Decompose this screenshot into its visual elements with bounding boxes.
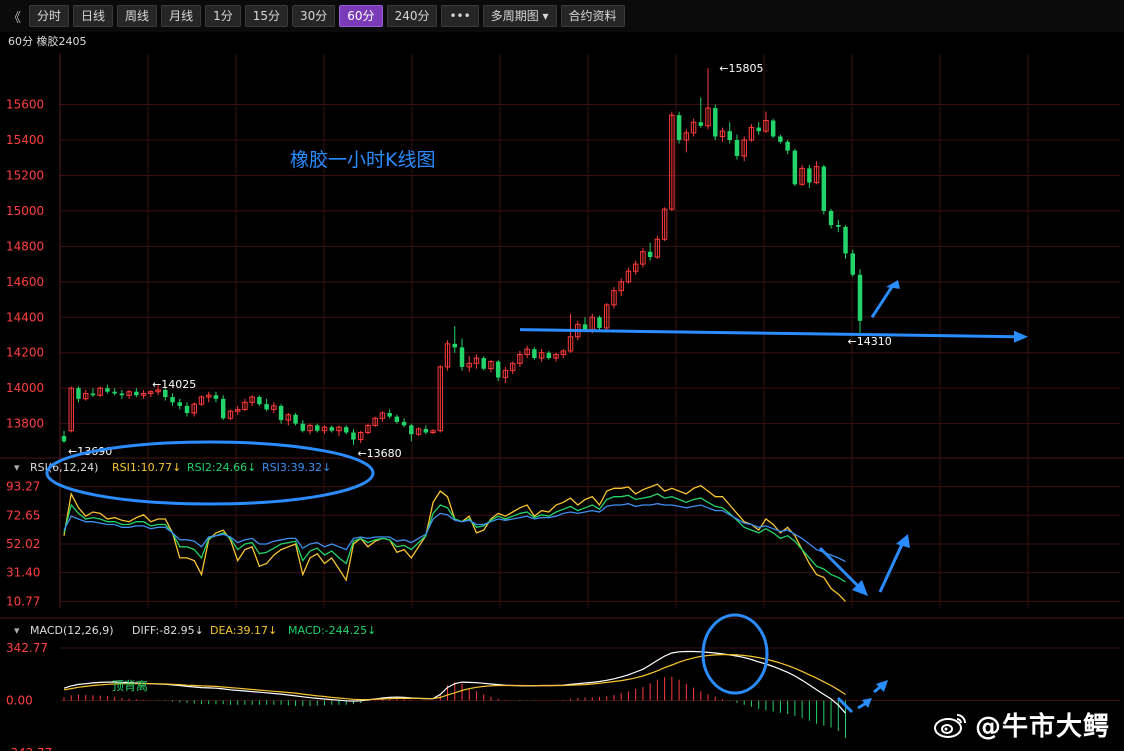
rsi-tick-label: 52.02 (6, 537, 40, 551)
candle-body (351, 432, 356, 440)
macd-readout: DEA:39.17↓ (210, 624, 277, 637)
candle-body (293, 414, 298, 424)
candle-body (409, 425, 414, 435)
candle-body (807, 168, 812, 183)
price-tick-label: 15400 (6, 133, 44, 147)
candle-body (770, 120, 776, 137)
candle-body (734, 140, 740, 156)
candle-body (597, 317, 602, 328)
candle-body (76, 388, 81, 399)
candle-body (836, 225, 841, 227)
weibo-logo-icon (933, 713, 966, 738)
candle-body (727, 131, 732, 140)
support-arrowhead (1014, 330, 1028, 343)
candle-body (213, 395, 219, 399)
rsi-title: RSI(6,12,24) (30, 461, 98, 474)
rsi-tick-label: 93.27 (6, 480, 40, 494)
candle-body (546, 352, 552, 359)
rsi-line-rsi1 (63, 483, 846, 602)
rsi-tick-label: 10.77 (6, 594, 40, 608)
macd-readout: MACD:-244.25↓ (288, 624, 376, 637)
candle-body (495, 361, 501, 378)
candle-body (278, 405, 284, 421)
price-annotation: ←14025 (152, 378, 196, 391)
candle-body (329, 427, 334, 431)
kline-chart-svg: 13800 14000 14200 14400 14600 14800 15000 15200… (0, 54, 1124, 751)
macd-title: MACD(12,26,9) (30, 624, 114, 637)
candle-body (315, 425, 320, 431)
candle-body (698, 122, 704, 126)
candle-body (170, 397, 175, 403)
candle-body (785, 141, 790, 151)
candle-body (264, 404, 269, 410)
price-tick-label: 14600 (6, 275, 44, 289)
candle-body (850, 253, 856, 275)
candle-body (401, 421, 407, 426)
candle-body (828, 210, 834, 226)
candle-body (177, 402, 183, 406)
watermark: @牛市大鳄 (933, 706, 1110, 743)
candle-body (394, 416, 400, 422)
candle-body (112, 391, 117, 394)
macd-readout: DIFF:-82.95↓ (132, 624, 204, 637)
price-annotation: ←14310 (848, 335, 892, 348)
rsi-up-arrow-line (878, 539, 906, 593)
candle-body (857, 274, 863, 321)
chart-title: 橡胶一小时K线图 (290, 149, 435, 171)
candle-body (532, 349, 537, 359)
candle-body (481, 358, 486, 369)
price-tick-label: 13800 (6, 417, 44, 431)
watermark-text: @牛市大鳄 (974, 712, 1110, 742)
rsi-tick-label: 72.65 (6, 508, 40, 522)
candle-body (119, 393, 125, 396)
support-line (519, 328, 1021, 339)
price-tick-label: 15000 (6, 204, 44, 218)
price-tick-label: 15600 (6, 98, 44, 112)
candle-body (647, 251, 653, 257)
rsi-readout: RSI3:39.32↓ (262, 461, 331, 474)
candle-body (713, 108, 718, 137)
candle-body (582, 324, 588, 330)
price-tick-label: 15200 (6, 168, 44, 182)
divergence-label: 顶背离 (112, 678, 148, 693)
macd-peak-circle (701, 613, 769, 695)
rsi-readout: RSI2:24.66↓ (187, 461, 256, 474)
candle-body (220, 398, 226, 419)
macd-tick-label: -342.77 (6, 746, 52, 751)
rsi-down-arrow-line (818, 546, 864, 592)
candle-body (756, 127, 761, 132)
rsi-up-arrowhead (896, 534, 910, 548)
candle-body (257, 397, 262, 405)
candle-body (61, 436, 67, 442)
candle-body (676, 115, 682, 140)
candle-body (423, 428, 429, 433)
candle-body (459, 347, 465, 367)
macd-tick-label: 0.00 (6, 694, 33, 708)
price-tick-label: 14200 (6, 346, 44, 360)
macd-tick-label: 342.77 (6, 641, 48, 655)
price-annotation: ←15805 (719, 62, 763, 75)
candle-body (90, 393, 96, 396)
candle-body (843, 226, 848, 254)
price-tick-label: 14400 (6, 310, 44, 324)
rsi-tick-label: 31.40 (6, 566, 40, 580)
candle-body (792, 150, 798, 185)
candle-body (387, 413, 392, 417)
candle-body (184, 405, 190, 413)
rsi-line-rsi2 (63, 493, 846, 583)
candle-body (452, 343, 458, 348)
rebound-arrow-line (870, 282, 896, 319)
candle-body (163, 389, 168, 398)
price-tick-label: 14800 (6, 239, 44, 253)
rsi-readout: RSI1:10.77↓ (112, 461, 181, 474)
macd-collapse-icon: ▾ (14, 624, 20, 637)
candle-body (105, 388, 110, 392)
candle-body (343, 427, 349, 433)
candle-body (821, 166, 827, 211)
candle-body (778, 136, 783, 142)
candle-body (134, 391, 139, 396)
candle-body (300, 423, 306, 431)
rsi-collapse-icon: ▾ (14, 461, 20, 474)
price-tick-label: 14000 (6, 381, 44, 395)
